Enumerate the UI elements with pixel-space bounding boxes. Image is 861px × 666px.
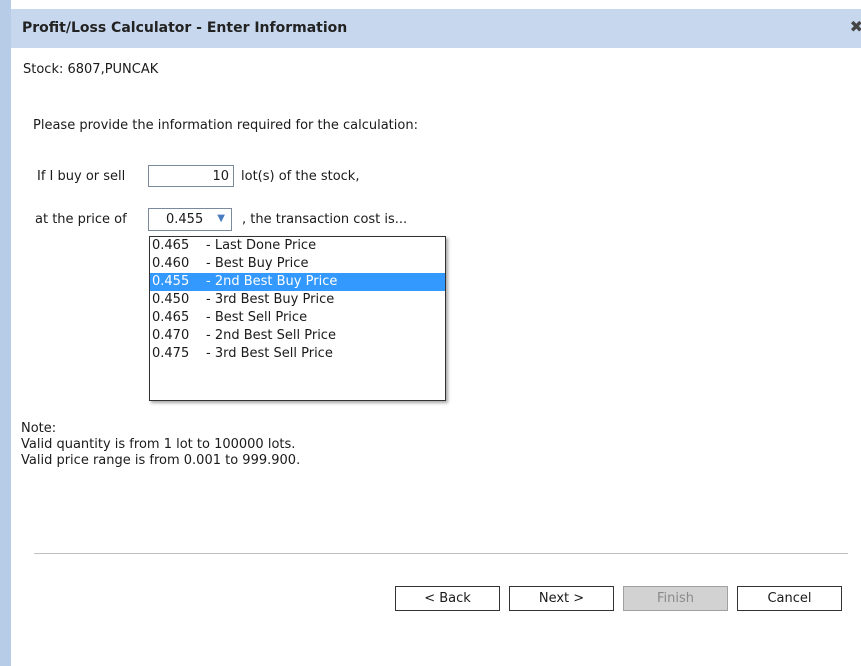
price-option-description: - Last Done Price [206,238,317,253]
back-button[interactable]: < Back [395,586,500,611]
price-option-value: 0.450 [152,292,190,307]
price-option-value: 0.465 [152,238,190,253]
price-option-value: 0.470 [152,328,190,343]
intro-text: Please provide the information required … [33,118,418,133]
price-option[interactable]: 0.455 - 2nd Best Buy Price [150,273,445,291]
dialog-content: Stock: 6807,PUNCAK Please provide the in… [11,48,861,666]
cancel-button[interactable]: Cancel [737,586,842,611]
price-option-description: - Best Buy Price [206,256,309,271]
quantity-input[interactable] [148,165,234,187]
price-selected-value: 0.455 [166,212,204,227]
title-bar: Profit/Loss Calculator - Enter Informati… [11,9,861,48]
quantity-suffix: lot(s) of the stock, [241,169,360,184]
price-label: at the price of [35,212,127,227]
price-option-value: 0.455 [152,274,190,289]
note-heading: Note: [21,421,57,436]
price-option-description: - 2nd Best Buy Price [206,274,338,289]
note-block: Note: Valid quantity is from 1 lot to 10… [21,421,300,469]
price-option[interactable]: 0.465 - Last Done Price [150,237,445,255]
price-option[interactable]: 0.475 - 3rd Best Sell Price [150,345,445,363]
stock-label: Stock: 6807,PUNCAK [23,62,159,77]
price-option[interactable]: 0.450 - 3rd Best Buy Price [150,291,445,309]
note-quantity-range: Valid quantity is from 1 lot to 100000 l… [21,437,296,452]
price-option-description: - Best Sell Price [206,310,308,325]
price-option-value: 0.475 [152,346,190,361]
window-left-border [0,0,11,666]
price-dropdown[interactable]: 0.455 ▼ [148,208,232,231]
price-suffix: , the transaction cost is... [242,212,408,227]
price-option-value: 0.465 [152,310,190,325]
price-option[interactable]: 0.460 - Best Buy Price [150,255,445,273]
finish-button[interactable]: Finish [623,586,728,611]
window-title: Profit/Loss Calculator - Enter Informati… [22,20,348,36]
price-option-description: - 2nd Best Sell Price [206,328,336,343]
price-option[interactable]: 0.470 - 2nd Best Sell Price [150,327,445,345]
price-option-list: 0.465 - Last Done Price 0.460 - Best Buy Pr… [149,236,446,401]
price-option[interactable]: 0.465 - Best Sell Price [150,309,445,327]
price-option-value: 0.460 [152,256,190,271]
note-price-range: Valid price range is from 0.001 to 999.9… [21,453,301,468]
price-option-description: - 3rd Best Buy Price [206,292,335,307]
quantity-label: If I buy or sell [37,169,126,184]
price-option-description: - 3rd Best Sell Price [206,346,333,361]
chevron-down-icon[interactable]: ▼ [217,213,225,224]
close-icon[interactable]: ✖ [850,17,861,36]
next-button[interactable]: Next > [509,586,614,611]
separator [34,553,848,554]
